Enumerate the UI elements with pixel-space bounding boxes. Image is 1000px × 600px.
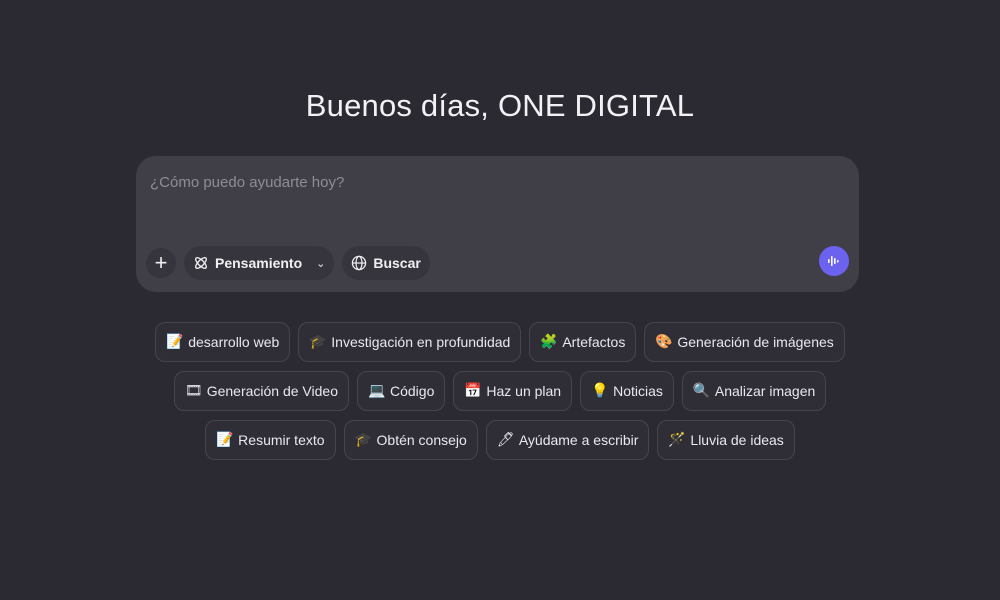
voice-waveform-icon xyxy=(828,256,839,266)
suggestion-chip-resumir-texto[interactable]: 📝 Resumir texto xyxy=(205,420,336,460)
suggestion-label: Resumir texto xyxy=(238,432,325,448)
suggestion-label: Haz un plan xyxy=(486,383,562,399)
suggestion-chip-generacion-de-video[interactable]: 🎞 Generación de Video xyxy=(173,371,349,411)
suggestion-chip-desarrollo-web[interactable]: 📝 desarrollo web xyxy=(155,322,291,362)
suggestion-icon: 🎨 xyxy=(655,334,673,350)
suggestion-icon: 🎓 xyxy=(354,432,372,448)
suggestion-label: Artefactos xyxy=(562,334,626,350)
suggestion-icon: 💡 xyxy=(591,383,609,399)
suggestion-icon: 🎞 xyxy=(184,383,203,399)
thinking-mode-button[interactable]: Pensamiento ⌄ xyxy=(184,246,335,280)
composer-box: + Pensamiento ⌄ Buscar xyxy=(136,156,859,292)
suggestion-label: Generación de imágenes xyxy=(677,334,834,350)
suggestion-chip-investigacion-en-profundidad[interactable]: 🎓 Investigación en profundidad xyxy=(298,322,522,362)
suggestion-row: 📝 Resumir texto 🎓 Obtén consejo 🖊 Ayúdame a e… xyxy=(205,420,795,460)
search-label: Buscar xyxy=(373,255,421,271)
suggestion-row: 🎞 Generación de Video 💻 Código 📅 Haz un plan 💡… xyxy=(173,371,827,411)
suggestion-icon: 🎓 xyxy=(309,334,327,350)
suggestion-icon: 🧩 xyxy=(540,334,558,350)
globe-icon xyxy=(352,255,367,271)
composer-toolbar: + Pensamiento ⌄ Buscar xyxy=(146,246,430,280)
suggestion-label: Noticias xyxy=(613,383,663,399)
suggestion-label: desarrollo web xyxy=(188,334,280,350)
voice-mode-button[interactable] xyxy=(819,246,849,276)
suggestion-chip-obten-consejo[interactable]: 🎓 Obtén consejo xyxy=(343,420,478,460)
chevron-down-icon[interactable]: ⌄ xyxy=(316,257,325,270)
suggestion-label: Código xyxy=(390,383,435,399)
suggestion-chip-artefactos[interactable]: 🧩 Artefactos xyxy=(529,322,637,362)
suggestion-row: 📝 desarrollo web 🎓 Investigación en profund… xyxy=(155,322,845,362)
suggestion-chip-generacion-de-imagenes[interactable]: 🎨 Generación de imágenes xyxy=(644,322,845,362)
suggestion-chips: 📝 desarrollo web 🎓 Investigación en profund… xyxy=(0,322,1000,460)
add-button[interactable]: + xyxy=(146,248,176,278)
suggestion-icon: 💻 xyxy=(368,383,386,399)
suggestion-label: Analizar imagen xyxy=(714,383,816,399)
suggestion-icon: 📝 xyxy=(216,432,234,448)
prompt-input[interactable] xyxy=(150,174,840,214)
suggestion-icon: 🪄 xyxy=(668,432,686,448)
suggestion-chip-noticias[interactable]: 💡 Noticias xyxy=(580,371,674,411)
thinking-mode-label: Pensamiento xyxy=(215,255,303,271)
greeting-title: Buenos días, ONE DIGITAL xyxy=(305,88,695,123)
plus-icon: + xyxy=(154,250,168,275)
suggestion-label: Obtén consejo xyxy=(376,432,467,448)
suggestion-icon: 📝 xyxy=(166,334,184,350)
suggestion-chip-ayudame-a-escribir[interactable]: 🖊 Ayúdame a escribir xyxy=(485,420,650,460)
page: Buenos días, ONE DIGITAL + Pensamiento ⌄ xyxy=(0,0,1000,600)
suggestion-chip-haz-un-plan[interactable]: 📅 Haz un plan xyxy=(453,371,573,411)
suggestion-chip-lluvia-de-ideas[interactable]: 🪄 Lluvia de ideas xyxy=(657,420,795,460)
atom-icon xyxy=(195,257,207,269)
suggestion-chip-analizar-imagen[interactable]: 🔍 Analizar imagen xyxy=(681,371,827,411)
suggestion-label: Generación de Video xyxy=(206,383,338,399)
suggestion-label: Lluvia de ideas xyxy=(690,432,784,448)
suggestion-icon: 📅 xyxy=(464,383,482,399)
suggestion-icon: 🖊 xyxy=(496,432,515,448)
suggestion-label: Investigación en profundidad xyxy=(331,334,511,350)
suggestion-icon: 🔍 xyxy=(692,383,711,399)
search-button[interactable]: Buscar xyxy=(342,246,430,280)
suggestion-label: Ayúdame a escribir xyxy=(518,432,639,448)
suggestion-chip-codigo[interactable]: 💻 Código xyxy=(357,371,446,411)
